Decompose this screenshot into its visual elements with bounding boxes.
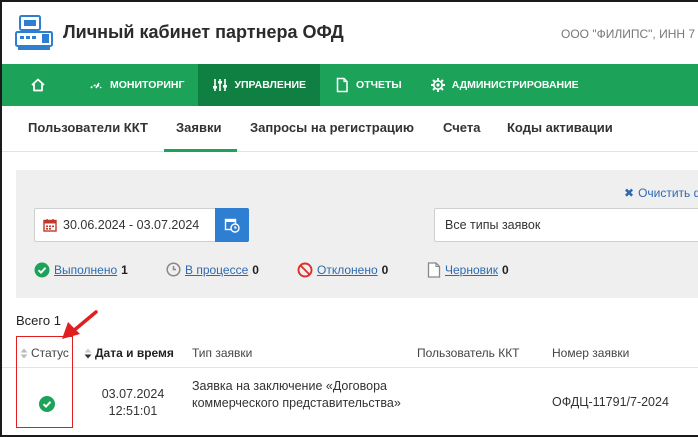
clear-filter-link[interactable]: ✖ Очистить ф	[624, 186, 698, 200]
calendar-icon	[43, 219, 57, 232]
clear-filter-label: Очистить ф	[638, 186, 698, 200]
check-circle-icon	[34, 262, 50, 278]
tab-activation-codes[interactable]: Коды активации	[507, 120, 613, 135]
clock-icon	[166, 262, 181, 277]
status-filter-done-count: 1	[121, 263, 128, 277]
column-user: Пользователь ККТ	[417, 346, 520, 360]
status-filter-done[interactable]: Выполнено 1	[34, 262, 128, 278]
gear-icon	[430, 77, 446, 93]
draft-icon	[427, 262, 441, 278]
nav-monitoring[interactable]: МОНИТОРИНГ	[74, 64, 198, 106]
sliders-icon	[212, 77, 228, 93]
request-type-select[interactable]: Все типы заявок	[434, 208, 698, 242]
header: Личный кабинет партнера ОФД ООО "ФИЛИПС"…	[2, 2, 698, 64]
nav-reports-label: ОТЧЕТЫ	[356, 79, 402, 91]
column-number: Номер заявки	[552, 346, 630, 360]
cell-request-type: Заявка на заключение «Договора коммерчес…	[192, 379, 401, 410]
status-filter-rejected-count: 0	[381, 263, 389, 277]
check-circle-icon	[39, 396, 55, 412]
table-row[interactable]: 03.07.2024 12:51:01 Заявка на заключение…	[2, 368, 698, 435]
column-type: Тип заявки	[192, 346, 253, 360]
nav-management[interactable]: УПРАВЛЕНИЕ	[198, 64, 321, 106]
filter-panel: ✖ Очистить ф 30.06.2024 - 03.07.2024 Все …	[16, 170, 698, 298]
status-filter-draft-count: 0	[501, 263, 509, 277]
column-datetime-label: Дата и время	[95, 346, 174, 360]
document-icon	[334, 77, 350, 93]
tab-invoices[interactable]: Счета	[443, 120, 480, 135]
tab-requests[interactable]: Заявки	[176, 120, 221, 135]
nav-home[interactable]	[2, 64, 74, 106]
calendar-clock-icon	[224, 218, 240, 233]
annotation-arrow-icon	[62, 310, 98, 339]
sub-tabs: Пользователи ККТ Заявки Запросы на регис…	[2, 106, 698, 152]
column-status-label: Статус	[31, 346, 69, 360]
nav-administration[interactable]: АДМИНИСТРИРОВАНИЕ	[416, 64, 593, 106]
cell-date: 03.07.2024	[101, 387, 165, 401]
organization-name[interactable]: ООО "ФИЛИПС", ИНН 7	[561, 27, 695, 41]
tab-kkt-users[interactable]: Пользователи ККТ	[28, 120, 148, 135]
status-filter-rejected-label: Отклонено	[317, 263, 378, 277]
date-range-value: 30.06.2024 - 03.07.2024	[63, 218, 200, 232]
nav-monitoring-label: МОНИТОРИНГ	[110, 79, 185, 91]
nav-administration-label: АДМИНИСТРИРОВАНИЕ	[451, 79, 579, 91]
total-count: Всего 1	[16, 313, 61, 328]
calendar-clock-button[interactable]	[215, 208, 249, 242]
app-window: Личный кабинет партнера ОФД ООО "ФИЛИПС"…	[0, 0, 698, 437]
cash-register-logo-icon	[15, 15, 53, 50]
main-nav: МОНИТОРИНГ УПРАВЛЕНИЕ ОТЧЕТЫ АДМИНИСТРИР…	[2, 64, 698, 106]
request-type-value: Все типы заявок	[445, 218, 541, 232]
nav-reports[interactable]: ОТЧЕТЫ	[320, 64, 416, 106]
status-filter-rejected[interactable]: Отклонено 0	[297, 262, 388, 278]
status-filter-in-progress-count: 0	[252, 262, 259, 277]
status-filter-in-progress-label: В процессе	[185, 262, 249, 277]
column-status[interactable]: Статус	[20, 346, 69, 360]
status-filter-done-label: Выполнено	[54, 263, 118, 277]
close-icon: ✖	[624, 186, 635, 200]
active-tab-indicator	[164, 149, 237, 152]
home-icon	[30, 77, 46, 93]
sort-desc-icon	[84, 348, 92, 359]
column-datetime[interactable]: Дата и время	[84, 346, 174, 360]
status-filter-in-progress[interactable]: В процессе 0	[166, 262, 259, 277]
sort-icon	[20, 348, 28, 359]
ban-icon	[297, 262, 313, 278]
cell-request-number: ОФДЦ-11791/7-2024	[552, 395, 669, 409]
app-title: Личный кабинет партнера ОФД	[63, 22, 344, 42]
tab-registration-requests[interactable]: Запросы на регистрацию	[250, 120, 414, 135]
status-filter-draft-label: Черновик	[445, 263, 498, 277]
table-header: Статус Дата и время Тип заявки Пользоват…	[2, 338, 698, 368]
gauge-icon	[88, 77, 104, 93]
cell-time: 12:51:01	[108, 404, 158, 418]
cell-datetime: 03.07.2024 12:51:01	[98, 386, 168, 420]
status-filter-draft[interactable]: Черновик 0	[427, 262, 509, 278]
nav-management-label: УПРАВЛЕНИЕ	[234, 79, 307, 91]
